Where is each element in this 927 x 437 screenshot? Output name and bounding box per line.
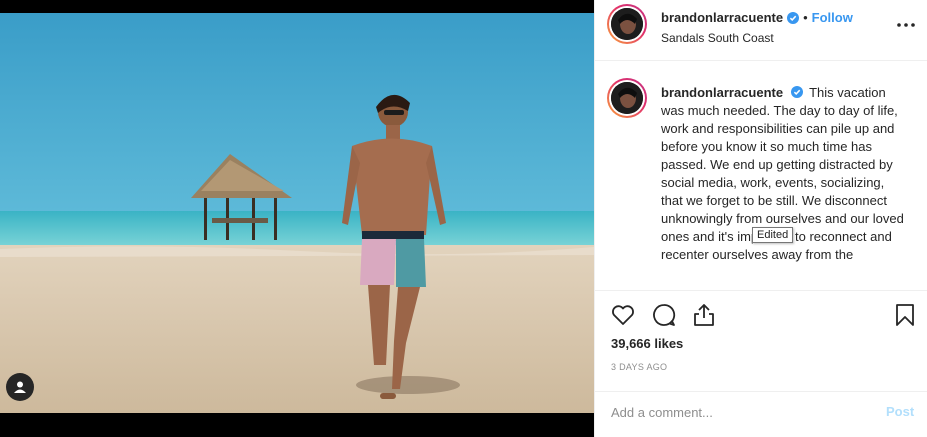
post-header: brandonlarracuente • Follow Sandals Sout… (595, 0, 927, 61)
verified-badge-icon (787, 11, 800, 24)
comment-bubble-icon[interactable] (651, 302, 677, 328)
caption-username[interactable]: brandonlarracuente (661, 85, 783, 100)
caption-author-avatar[interactable] (607, 78, 647, 118)
post-details-panel: brandonlarracuente • Follow Sandals Sout… (594, 0, 927, 437)
avatar-photo (611, 82, 643, 114)
post-photo-pane (0, 0, 594, 437)
post-time[interactable]: 3 DAYS AGO (611, 362, 667, 372)
author-avatar[interactable] (607, 4, 647, 44)
follow-button[interactable]: Follow (812, 10, 853, 25)
author-username[interactable]: brandonlarracuente (661, 10, 783, 25)
avatar-photo (611, 8, 643, 40)
share-icon[interactable] (691, 302, 717, 328)
comments-section[interactable]: brandonlarracuente This vacation was muc… (595, 62, 927, 290)
verified-badge-icon (790, 86, 803, 98)
heart-icon[interactable] (610, 302, 636, 328)
tagged-user-button[interactable] (6, 373, 34, 401)
header-text: brandonlarracuente • Follow Sandals Sout… (661, 9, 881, 45)
post-actions: 39,666 likes 3 DAYS AGO (595, 290, 927, 403)
post-photo[interactable] (0, 13, 594, 413)
location-link[interactable]: Sandals South Coast (661, 31, 881, 45)
more-options-icon[interactable] (895, 16, 917, 34)
edited-tooltip: Edited (752, 227, 794, 243)
user-tag-icon (14, 381, 26, 393)
separator-dot: • (803, 10, 808, 25)
comment-input[interactable] (611, 402, 861, 422)
likes-count[interactable]: 39,666 likes (611, 336, 683, 351)
bookmark-icon[interactable] (892, 302, 918, 328)
post-comment-button[interactable]: Post (886, 404, 914, 419)
add-comment-bar: Post (595, 391, 927, 437)
